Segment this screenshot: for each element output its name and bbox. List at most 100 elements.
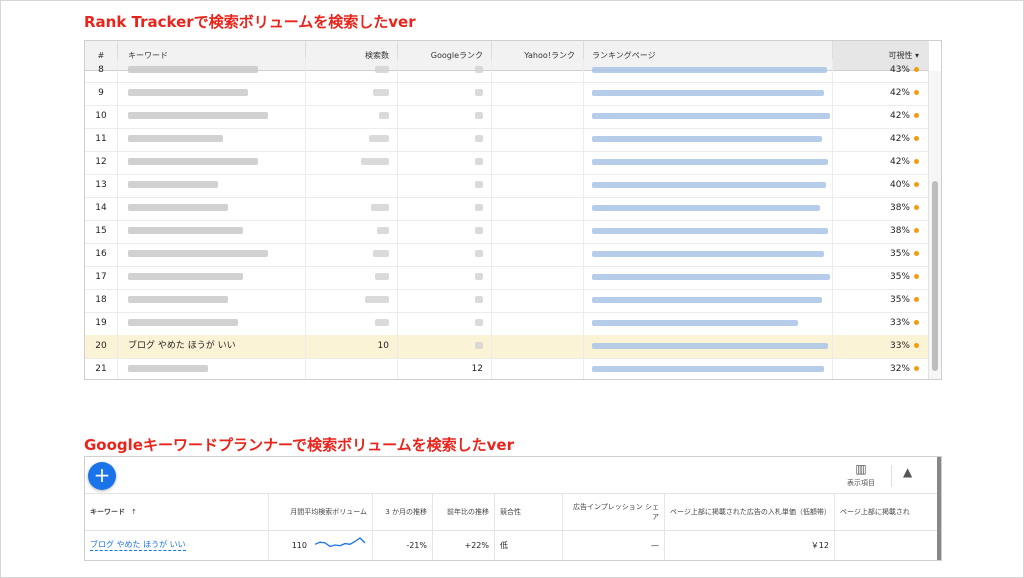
kp-col-keyword[interactable]: キーワード ↑ [85,494,269,530]
table-row[interactable]: 10 42% [85,105,929,129]
sparkline-series [314,537,366,548]
ranking-page-cell [584,358,833,379]
row-number: 10 [85,105,118,128]
visibility-value: 35% [889,249,910,259]
volume-cell [306,197,398,220]
kp-col-top-bid-high[interactable]: ページ上部に掲載され [835,494,937,530]
redacted-volume [375,66,389,73]
table-row[interactable]: 15 38% [85,220,929,244]
table-row[interactable]: 19 33% [85,312,929,336]
status-dot-icon [914,205,919,210]
chevron-up-icon[interactable]: ▲ [903,465,912,479]
visibility-cell: 42% [833,128,929,151]
kp-col-competition[interactable]: 競合性 [495,494,563,530]
table-row[interactable]: 9 42% [85,82,929,106]
kp-col-keyword-label: キーワード [90,508,125,516]
yahoo-rank-cell [492,174,584,197]
table-row[interactable]: 18 35% [85,289,929,313]
redacted-keyword [128,112,268,119]
redacted-url[interactable] [592,319,798,326]
keyword-cell [118,82,306,105]
columns-button[interactable]: ▥ 表示項目 [841,462,881,488]
kp-col-avg-monthly[interactable]: 月間平均検索ボリューム [269,494,373,530]
ranking-page-cell [584,289,833,312]
kp-row-top-bid-high [835,530,937,560]
ranking-page-cell [584,59,833,82]
visibility-value: 40% [889,180,910,190]
google-rank-text: 12 [471,364,483,374]
ranking-page-cell [584,243,833,266]
table-row[interactable]: 8 43% [85,59,929,83]
status-dot-icon [914,343,919,348]
google-rank-cell: 12 [398,358,492,379]
visibility-cell: 35% [833,266,929,289]
redacted-url[interactable] [592,158,828,165]
google-rank-cell [398,243,492,266]
redacted-url[interactable] [592,66,827,73]
redacted-volume [365,296,389,303]
kp-col-impression-share[interactable]: 広告インプレッション シェア [563,494,665,530]
yahoo-rank-cell [492,59,584,82]
redacted-url[interactable] [592,273,830,280]
redacted-keyword [128,250,268,257]
kp-col-yoy[interactable]: 前年比の推移 [433,494,495,530]
redacted-volume [375,273,389,280]
redacted-url[interactable] [592,112,830,119]
redacted-url[interactable] [592,181,826,188]
rank-tracker-scrollbar[interactable] [928,71,941,379]
redacted-volume [373,250,389,257]
status-dot-icon [914,136,919,141]
google-rank-cell [398,312,492,335]
sort-asc-icon: ↑ [131,508,137,516]
keyword-cell [118,289,306,312]
yahoo-rank-cell [492,358,584,379]
add-keyword-button[interactable]: + [88,462,116,490]
kp-col-top-bid-low[interactable]: ページ上部に掲載された広告の入札単価（低額帯） [665,494,835,530]
redacted-url[interactable] [592,227,828,234]
redacted-keyword [128,66,258,73]
redacted-url[interactable] [592,342,828,349]
redacted-url[interactable] [592,204,820,211]
scrollbar-thumb[interactable] [932,181,938,371]
redacted-keyword [128,181,218,188]
table-row[interactable]: 13 40% [85,174,929,198]
redacted-url[interactable] [592,135,822,142]
table-row[interactable]: 21 12 32% [85,358,929,379]
kp-col-three-month[interactable]: 3 か月の推移 [373,494,433,530]
keyword-cell [118,243,306,266]
row-number: 15 [85,220,118,243]
table-row[interactable]: 12 42% [85,151,929,175]
redacted-rank [475,135,483,142]
visibility-cell: 38% [833,197,929,220]
status-dot-icon [914,274,919,279]
redacted-rank [475,204,483,211]
kp-keyword-link[interactable]: ブログ やめた ほうが いい [90,539,186,551]
visibility-cell: 35% [833,243,929,266]
visibility-value: 33% [889,341,910,351]
redacted-url[interactable] [592,89,824,96]
google-rank-cell [398,82,492,105]
redacted-url[interactable] [592,296,822,303]
redacted-rank [475,158,483,165]
row-number: 14 [85,197,118,220]
google-rank-cell [398,151,492,174]
table-row[interactable]: 11 42% [85,128,929,152]
volume-cell [306,151,398,174]
redacted-volume [377,227,389,234]
keyword-cell [118,151,306,174]
keyword-cell [118,266,306,289]
status-dot-icon [914,90,919,95]
keyword-planner-scrollbar[interactable] [937,457,941,560]
table-row[interactable]: 14 38% [85,197,929,221]
table-row[interactable]: 20 ブログ やめた ほうが いい 10 33% [85,335,929,359]
visibility-cell: 42% [833,151,929,174]
row-number: 19 [85,312,118,335]
redacted-url[interactable] [592,250,824,257]
redacted-url[interactable] [592,365,824,372]
keyword-cell [118,128,306,151]
visibility-cell: 40% [833,174,929,197]
google-rank-cell [398,220,492,243]
table-row[interactable]: 16 35% [85,243,929,267]
table-row[interactable]: 17 35% [85,266,929,290]
status-dot-icon [914,297,919,302]
